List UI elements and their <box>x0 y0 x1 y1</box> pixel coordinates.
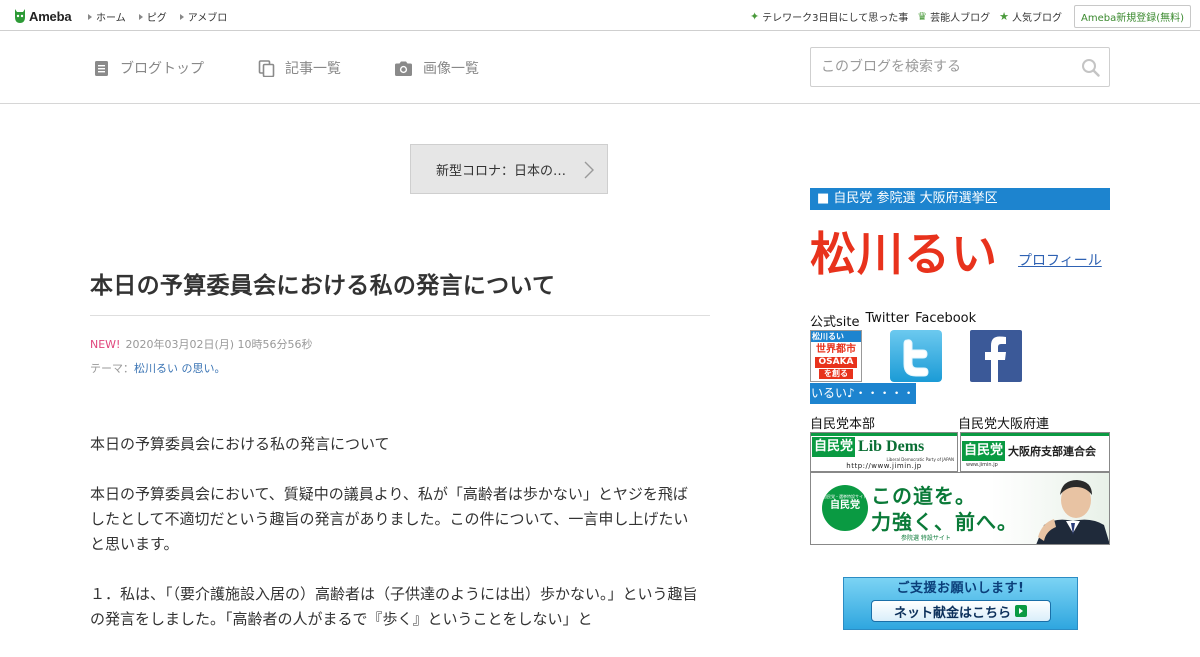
copy-icon <box>258 59 275 77</box>
global-nav-pigg-label: ピグ <box>146 13 167 24</box>
ldp-badge-label: 自民党 <box>830 500 860 511</box>
blog-top-label: ブログトップ <box>120 61 204 77</box>
ldp-osaka-label: 自民党大阪府連 <box>958 417 1050 432</box>
sidebar-header: ■ 自民党 参院選 大阪府選挙区 <box>810 188 1110 210</box>
trend-link-label: テレワーク3日目にして思った事 <box>762 13 909 24</box>
campaign-sub: 参院選 特設サイト <box>901 535 951 542</box>
article-meta: NEW! 2020年03月02日(月) 10時56分56秒 <box>90 336 313 352</box>
global-nav: ホーム ピグ アメブロ <box>88 9 240 24</box>
title-divider <box>90 315 710 316</box>
document-icon <box>93 60 110 77</box>
official-site-banner[interactable]: 松川るい 世界都市 OSAKA を創る <box>810 330 862 382</box>
arrow-right-icon <box>1015 605 1027 617</box>
caret-right-icon <box>138 13 143 20</box>
article-paragraph: 本日の予算委員会における私の発言について <box>90 435 390 453</box>
site-banner-line4: を創る <box>819 369 853 379</box>
global-nav-home[interactable]: ホーム <box>88 9 126 24</box>
global-nav-ameblo-label: アメブロ <box>187 13 228 24</box>
image-list-link[interactable]: 画像一覧 <box>394 58 479 78</box>
news-ticker: いるい♪・・・・・ <box>810 383 916 404</box>
article-list-label: 記事一覧 <box>285 61 341 77</box>
donation-button-label: ネット献金はこちら <box>893 605 1011 621</box>
blog-top-link[interactable]: ブログトップ <box>93 58 204 78</box>
donation-line1: ご支援お願いします! <box>896 581 1025 596</box>
campaign-line2: 力強く、前へ。 <box>871 510 1018 534</box>
social-labels: 公式site Twitter Facebook <box>810 311 976 330</box>
blogger-name: 松川るい <box>810 227 998 281</box>
article-list-link[interactable]: 記事一覧 <box>258 58 341 78</box>
facebook-icon[interactable] <box>970 330 1022 382</box>
caret-right-icon <box>88 13 92 20</box>
hq-banner-jp: 自民党 <box>812 437 856 457</box>
star-icon: ★ <box>999 10 1009 23</box>
global-right-links: ✦ テレワーク3日目にして思った事 ♛ 芸能人ブログ ★ 人気ブログ Ameba… <box>750 5 1191 28</box>
ameba-mascot-icon <box>13 8 27 24</box>
article-title: 本日の予算委員会における私の発言について <box>90 273 556 299</box>
ameba-logo-text: Ameba <box>29 8 72 24</box>
site-banner-line3: OSAKA <box>815 357 857 368</box>
donation-button[interactable]: ネット献金はこちら <box>870 600 1051 622</box>
facebook-label: Facebook <box>915 311 977 326</box>
ldp-osaka-banner[interactable]: 自民党 大阪府支部連合会 www.jimin.jp <box>960 432 1110 472</box>
osaka-banner-text: 大阪府支部連合会 <box>1008 445 1097 458</box>
popular-blog-link[interactable]: ★ 人気ブログ <box>999 9 1062 24</box>
site-banner-line2: 世界都市 <box>816 344 856 355</box>
twitter-icon[interactable] <box>890 330 942 382</box>
official-site-label: 公式site <box>810 315 860 330</box>
blog-search-box <box>810 47 1110 87</box>
celebrity-blog-link[interactable]: ♛ 芸能人ブログ <box>917 9 990 24</box>
global-nav-pigg[interactable]: ピグ <box>138 9 167 24</box>
donation-banner[interactable]: ご支援お願いします! ネット献金はこちら <box>843 577 1078 630</box>
blog-header-nav: ブログトップ 記事一覧 画像一覧 <box>0 31 1200 104</box>
article-paragraph: １．私は、「（要介護施設入居の）高齢者は（子供達のようには出）歩かない。」という… <box>90 585 698 628</box>
theme-prefix: テーマ： <box>90 362 134 375</box>
ldp-hq-label: 自民党本部 <box>810 417 876 432</box>
image-list-label: 画像一覧 <box>423 61 479 77</box>
search-icon[interactable] <box>1081 58 1100 77</box>
twitter-label: Twitter <box>865 311 910 326</box>
article-paragraph: 本日の予算委員会において、質疑中の議員より、私が「高齢者は歩かない」とヤジを飛ば… <box>90 485 689 553</box>
site-banner-name: 松川るい <box>811 331 861 342</box>
candidate-portrait <box>1036 475 1109 544</box>
register-button[interactable]: Ameba新規登録(無料) <box>1073 5 1191 28</box>
osaka-banner-jp: 自民党 <box>962 441 1006 461</box>
banner-stripe <box>961 433 1109 436</box>
chevron-right-icon <box>583 161 595 179</box>
osaka-banner-url: www.jimin.jp <box>966 462 998 468</box>
profile-link[interactable]: プロフィール <box>1018 250 1102 270</box>
theme-link[interactable]: 松川るい の思い。 <box>134 362 226 375</box>
camera-icon <box>394 60 413 77</box>
ameba-logo[interactable]: Ameba <box>13 6 72 26</box>
ldp-badge-icon: 自民党・選挙特設サイト 自民党 <box>822 485 868 531</box>
new-badge: NEW! <box>90 338 121 351</box>
popular-blog-label: 人気ブログ <box>1011 13 1062 24</box>
ldp-hq-banner[interactable]: 自民党 Lib Dems Liberal Democratic Party of… <box>810 432 958 472</box>
global-nav-home-label: ホーム <box>96 13 126 24</box>
caret-right-icon <box>179 13 184 20</box>
ldp-campaign-banner[interactable]: 自民党・選挙特設サイト 自民党 この道を。 力強く、前へ。 参院選 特設サイト <box>810 472 1110 545</box>
theme-prev-button[interactable]: 新型コロナ：日本の… <box>410 144 608 194</box>
sparkle-icon: ✦ <box>749 10 760 23</box>
hq-banner-en: Lib Dems <box>858 438 925 455</box>
global-nav-ameblo[interactable]: アメブロ <box>179 9 228 24</box>
trend-link[interactable]: ✦ テレワーク3日目にして思った事 <box>750 9 908 24</box>
campaign-line1: この道を。 <box>871 484 976 508</box>
hq-banner-url: http://www.jimin.jp <box>846 462 922 470</box>
ameba-global-header: Ameba ホーム ピグ アメブロ ✦ テレワーク3日目にして思った事 ♛ 芸能… <box>0 0 1200 31</box>
blog-search-input[interactable] <box>811 48 1061 86</box>
crown-icon: ♛ <box>917 10 928 23</box>
article-body: 本日の予算委員会における私の発言について 本日の予算委員会において、質疑中の議員… <box>90 432 700 657</box>
theme-prev-label: 新型コロナ：日本の… <box>436 163 567 179</box>
article-date: 2020年03月02日(月) 10時56分56秒 <box>125 338 313 351</box>
celebrity-blog-label: 芸能人ブログ <box>930 13 991 24</box>
article-theme: テーマ：松川るい の思い。 <box>90 360 226 376</box>
